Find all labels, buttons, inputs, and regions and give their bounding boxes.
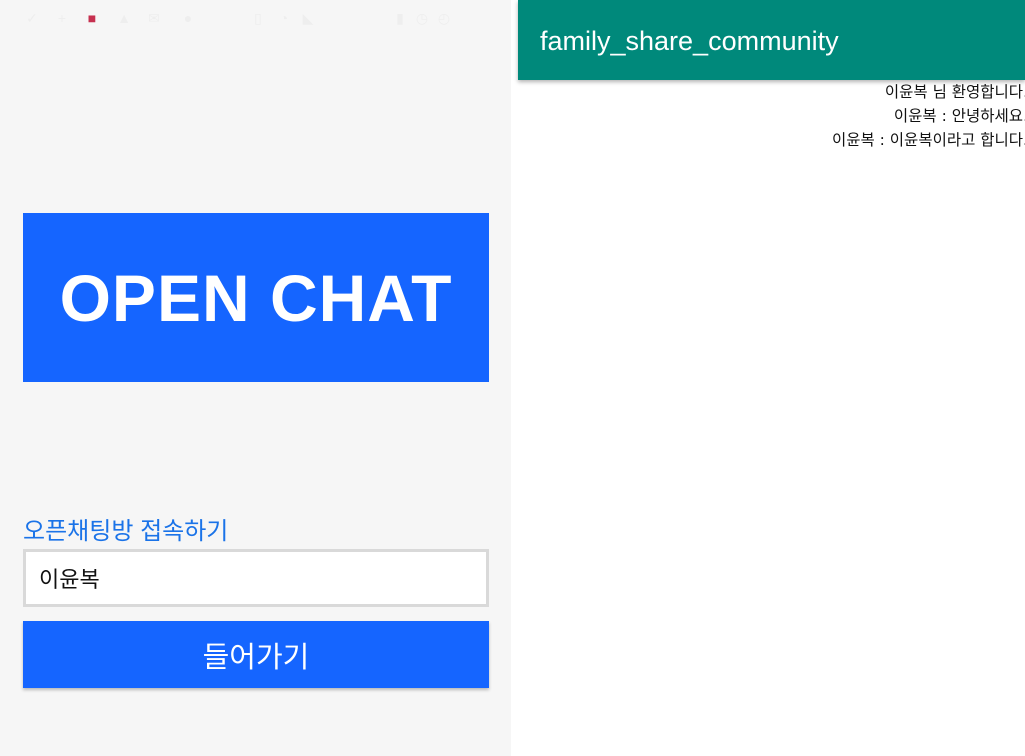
alarm-icon: ◷ bbox=[415, 10, 429, 26]
enter-button[interactable]: 들어가기 bbox=[23, 621, 489, 688]
app-bar: family_share_community bbox=[518, 0, 1025, 80]
banner-title: OPEN CHAT bbox=[59, 260, 453, 335]
chat-message: 이윤복 님 환영합니다. bbox=[884, 83, 1025, 101]
warning-icon: ▲ bbox=[117, 10, 131, 26]
chat-message: 이윤복 : 이윤복이라고 합니다. bbox=[831, 131, 1025, 149]
open-chat-banner: OPEN CHAT bbox=[23, 213, 489, 382]
plus-icon: + bbox=[57, 10, 67, 26]
vibrate-icon: ▯ bbox=[254, 10, 262, 26]
envelope-icon: ✉ bbox=[148, 10, 160, 26]
join-chat-label: 오픈채팅방 접속하기 bbox=[23, 518, 229, 545]
app-title: family_share_community bbox=[540, 26, 839, 56]
megaphone-icon: ■ bbox=[87, 10, 97, 26]
clock-icon: ◴ bbox=[437, 10, 451, 26]
status-bar: ✓ + ■ ▲ ✉ ● ▯ ◔ ◣ ▮ ◷ ◴ bbox=[0, 0, 511, 40]
name-input[interactable] bbox=[23, 549, 489, 607]
circle-icon: ● bbox=[183, 10, 193, 26]
battery-icon: ▮ bbox=[396, 10, 404, 26]
left-phone-screen: ✓ + ■ ▲ ✉ ● ▯ ◔ ◣ ▮ ◷ ◴ OPEN CHAT 오픈채팅방 … bbox=[0, 0, 511, 756]
wifi-icon: ◔ bbox=[279, 10, 289, 26]
chat-message: 이윤복 : 안녕하세요. bbox=[893, 107, 1025, 125]
chat-message-list: 이윤복 님 환영합니다. 이윤복 : 안녕하세요. 이윤복 : 이윤복이라고 합… bbox=[588, 80, 1025, 152]
check-icon: ✓ bbox=[26, 10, 38, 26]
right-phone-screen: family_share_community 이윤복 님 환영합니다. 이윤복 … bbox=[518, 0, 1025, 756]
no-signal-icon: ◣ bbox=[302, 10, 314, 26]
